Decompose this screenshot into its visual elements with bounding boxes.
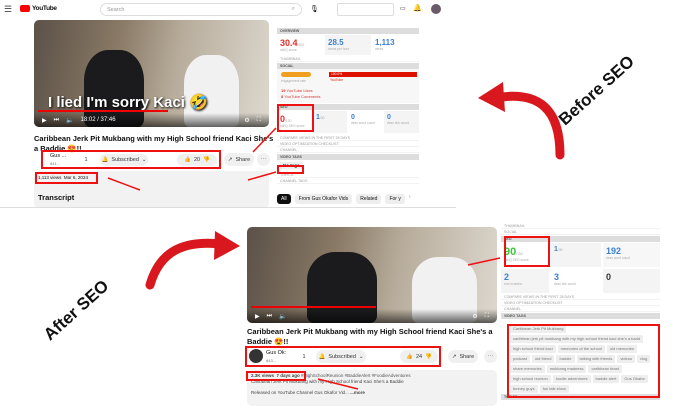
after-seo-curved-arrow — [145, 238, 227, 290]
after-arrowhead — [214, 231, 240, 260]
arrow-to-views — [107, 177, 141, 191]
arrow-to-seo — [252, 127, 277, 153]
before-seo-curved-arrow — [490, 91, 565, 160]
before-arrowhead — [478, 82, 505, 112]
arrow-to-tags — [247, 171, 277, 181]
annotation-arrows — [107, 82, 565, 390]
arrow-to-views-after — [317, 378, 359, 390]
arrow-to-seo-after — [467, 257, 501, 266]
